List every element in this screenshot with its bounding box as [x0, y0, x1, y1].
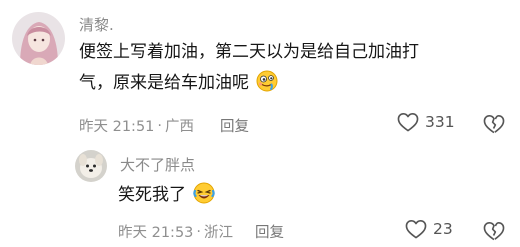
like-count: 23: [433, 220, 453, 238]
reply-button[interactable]: 回复: [220, 115, 249, 136]
meta-separator: ·: [157, 117, 163, 134]
user-avatar-image: [12, 12, 65, 65]
dislike-button[interactable]: [483, 221, 505, 245]
meta-separator: ·: [196, 223, 202, 240]
like-button[interactable]: 331: [397, 112, 455, 132]
avatar[interactable]: [12, 12, 65, 65]
reply-button[interactable]: 回复: [255, 221, 284, 242]
comment-time: 昨天 21:51: [79, 119, 155, 135]
comment-time: 昨天 21:53: [118, 225, 194, 241]
heart-icon: [397, 113, 419, 132]
broken-heart-icon: [483, 115, 505, 134]
comment-text: 笑死我了: [118, 180, 418, 215]
like-button[interactable]: 23: [405, 219, 453, 239]
comment-meta: 昨天 21:51 · 广西 回复: [79, 115, 249, 136]
broken-heart-icon: [483, 222, 505, 241]
comment-text-line: 便签上写着加油，第二天以为是给自己加油打: [79, 42, 419, 62]
drooling-face-icon: [256, 70, 278, 103]
like-count: 331: [425, 113, 455, 131]
comment-text-line: 气，原来是给车加油呢: [79, 73, 249, 93]
comment-location: 浙江: [204, 225, 234, 241]
comment-location: 广西: [165, 119, 195, 135]
avatar[interactable]: [75, 150, 107, 182]
dislike-button[interactable]: [483, 114, 505, 138]
comment-text: 便签上写着加油，第二天以为是给自己加油打 气，原来是给车加油呢: [79, 37, 509, 103]
comment-text-line: 笑死我了: [118, 185, 186, 205]
user-avatar-image: [75, 150, 107, 182]
comment-meta: 昨天 21:53 · 浙江 回复: [118, 221, 284, 242]
comment-username[interactable]: 大不了胖点: [120, 154, 195, 175]
crying-laughing-icon: [193, 182, 216, 215]
heart-icon: [405, 220, 427, 239]
comment-username[interactable]: 清黎.: [79, 14, 114, 35]
